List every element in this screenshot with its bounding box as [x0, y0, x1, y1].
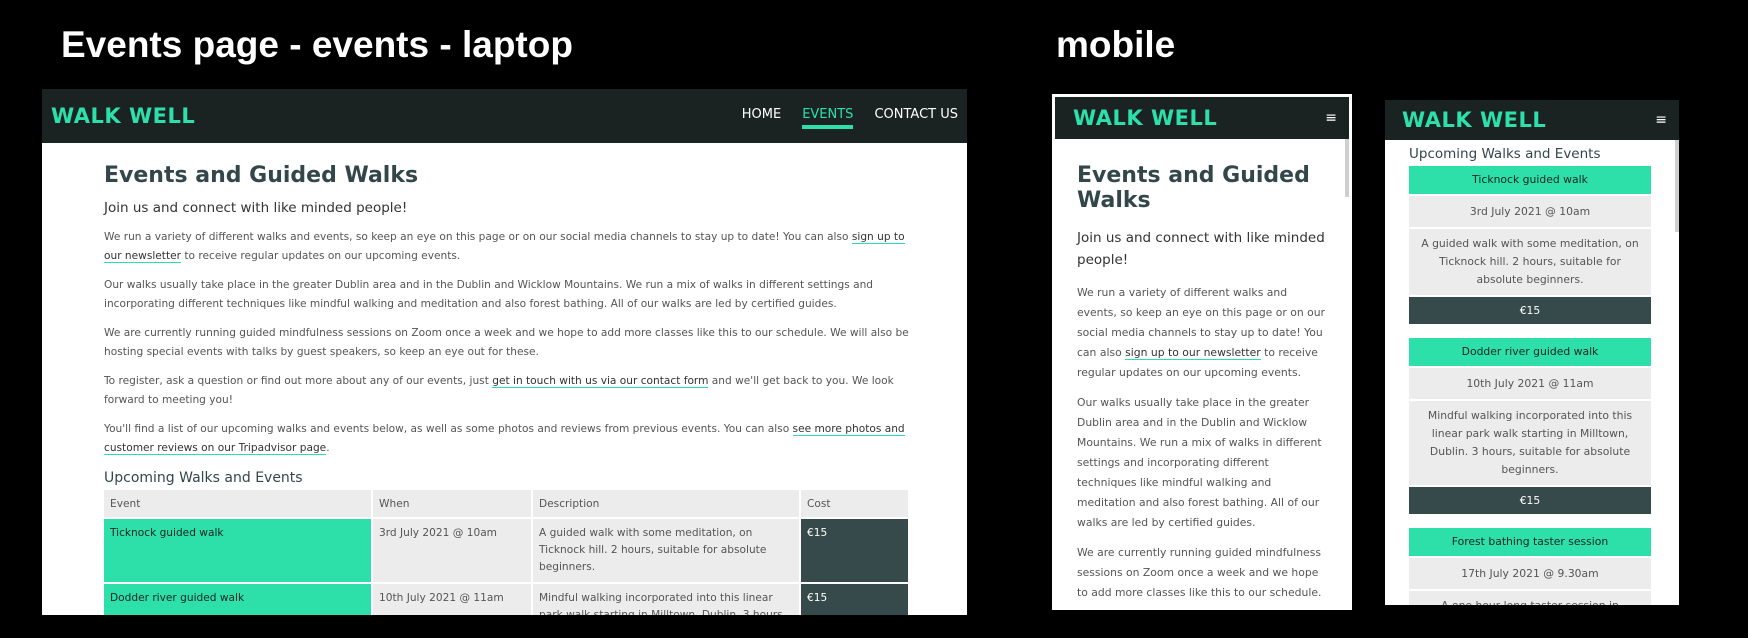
- event-cell: Dodder river guided walk: [104, 582, 373, 615]
- event-cost: €15: [1409, 295, 1651, 324]
- intro-paragraph: We run a variety of different walks and …: [1077, 286, 1325, 379]
- page-title: Events and Guided Walks: [104, 163, 419, 188]
- table-header: When: [372, 490, 533, 518]
- nav-home-link[interactable]: HOME: [742, 107, 781, 128]
- event-description: A one hour long taster session in Kilter…: [1409, 589, 1651, 605]
- nav-links: HOME EVENTS CONTACT US: [742, 105, 958, 129]
- hamburger-menu-icon[interactable]: ≡: [1655, 112, 1667, 128]
- cost-cell: €15: [800, 517, 910, 583]
- navbar: WALK WELL HOME EVENTS CONTACT US: [42, 89, 967, 143]
- laptop-caption: Events page - events - laptop: [61, 24, 573, 65]
- event-description: A guided walk with some meditation, on T…: [1409, 227, 1651, 295]
- register-paragraph: To register, ask a question or find out …: [104, 375, 894, 406]
- nav-events-link[interactable]: EVENTS: [802, 107, 854, 129]
- laptop-screenshot: WALK WELL HOME EVENTS CONTACT US Events …: [42, 89, 967, 615]
- brand-logo[interactable]: WALK WELL: [1402, 108, 1546, 132]
- table-row: Ticknock guided walk 3rd July 2021 @ 10a…: [104, 517, 910, 583]
- event-when: 17th July 2021 @ 9.30am: [1409, 556, 1651, 589]
- nav-contact-link[interactable]: CONTACT US: [874, 107, 958, 128]
- lead-text: Join us and connect with like minded peo…: [104, 200, 408, 216]
- mobile-screenshot-events: WALK WELL ≡ Upcoming Walks and Events Ti…: [1385, 100, 1679, 605]
- mobile-content: Upcoming Walks and Events Ticknock guide…: [1385, 140, 1679, 605]
- scrollbar[interactable]: [1675, 140, 1679, 232]
- list-paragraph: You'll find a list of our upcoming walks…: [104, 423, 905, 455]
- event-when: 3rd July 2021 @ 10am: [1409, 194, 1651, 227]
- table-header: Description: [532, 490, 801, 518]
- event-when: 10th July 2021 @ 11am: [1409, 366, 1651, 399]
- description-cell: Mindful walking incorporated into this l…: [532, 582, 801, 615]
- upcoming-heading: Upcoming Walks and Events: [1409, 146, 1601, 162]
- event-cost: €15: [1409, 485, 1651, 514]
- table-row: Dodder river guided walk 10th July 2021 …: [104, 582, 910, 615]
- walks-paragraph: Our walks usually take place in the grea…: [104, 279, 874, 310]
- mobile-caption: mobile: [1056, 24, 1176, 65]
- events-table: Event When Description Cost Ticknock gui…: [104, 490, 910, 615]
- cost-cell: €15: [800, 582, 910, 615]
- mobile-screenshot-top: WALK WELL ≡ Events and Guided Walks Join…: [1052, 94, 1352, 610]
- brand-logo[interactable]: WALK WELL: [51, 104, 195, 128]
- main-content: Events and Guided Walks Join us and conn…: [42, 143, 920, 615]
- description-cell: A guided walk with some meditation, on T…: [532, 517, 801, 583]
- scrollbar[interactable]: [1345, 139, 1349, 197]
- event-card: Ticknock guided walk 3rd July 2021 @ 10a…: [1409, 164, 1651, 324]
- lead-text: Join us and connect with like minded peo…: [1077, 230, 1325, 268]
- mobile-navbar: WALK WELL ≡: [1055, 97, 1349, 139]
- event-name: Dodder river guided walk: [1409, 336, 1651, 366]
- event-cell: Ticknock guided walk: [104, 517, 373, 583]
- when-cell: 3rd July 2021 @ 10am: [372, 517, 533, 583]
- when-cell: 10th July 2021 @ 11am: [372, 582, 533, 615]
- upcoming-heading: Upcoming Walks and Events: [104, 470, 303, 486]
- event-name: Forest bathing taster session: [1409, 526, 1651, 556]
- zoom-paragraph: We are currently running guided mindfuln…: [1077, 546, 1322, 607]
- brand-logo[interactable]: WALK WELL: [1073, 106, 1217, 130]
- table-header: Event: [104, 490, 373, 518]
- zoom-paragraph: We are currently running guided mindfuln…: [104, 327, 909, 358]
- event-card: Dodder river guided walk 10th July 2021 …: [1409, 336, 1651, 514]
- page-title: Events and Guided Walks: [1077, 163, 1310, 213]
- walks-paragraph: Our walks usually take place in the grea…: [1077, 396, 1322, 529]
- newsletter-link[interactable]: sign up to our newsletter: [1125, 346, 1261, 360]
- event-card: Forest bathing taster session 17th July …: [1409, 526, 1651, 605]
- event-description: Mindful walking incorporated into this l…: [1409, 399, 1651, 485]
- event-name: Ticknock guided walk: [1409, 164, 1651, 194]
- mobile-navbar: WALK WELL ≡: [1385, 100, 1679, 140]
- mobile-content: Events and Guided Walks Join us and conn…: [1055, 139, 1349, 607]
- table-header: Cost: [800, 490, 910, 518]
- intro-paragraph: We run a variety of different walks and …: [104, 231, 905, 263]
- contact-form-link[interactable]: get in touch with us via our contact for…: [492, 375, 709, 388]
- hamburger-menu-icon[interactable]: ≡: [1325, 110, 1337, 126]
